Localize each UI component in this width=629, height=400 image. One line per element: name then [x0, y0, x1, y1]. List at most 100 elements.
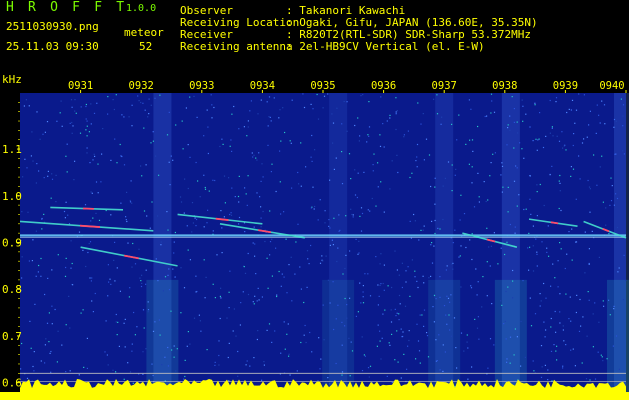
noise-speck [460, 194, 462, 196]
noise-speck [486, 295, 488, 297]
noise-speck [167, 365, 169, 367]
noise-speck [530, 325, 533, 327]
noise-speck [539, 183, 541, 186]
noise-speck [596, 184, 598, 186]
noise-speck [170, 310, 172, 312]
noise-speck [583, 94, 585, 96]
noise-speck [65, 201, 67, 203]
noise-speck [367, 209, 369, 211]
noise-speck [442, 218, 444, 221]
noise-speck [191, 202, 194, 204]
noise-speck [282, 107, 284, 109]
noise-speck [396, 154, 398, 156]
noise-speck [229, 270, 231, 272]
noise-speck [256, 159, 258, 161]
noise-speck [439, 228, 441, 230]
noise-speck [544, 364, 546, 366]
noise-speck [416, 156, 418, 158]
noise-speck [559, 311, 561, 313]
noise-speck [43, 213, 45, 215]
noise-speck [610, 177, 612, 179]
noise-speck [423, 282, 425, 284]
noise-speck [367, 273, 369, 275]
noise-speck [562, 329, 564, 331]
noise-speck [581, 142, 584, 144]
noise-speck [529, 297, 531, 299]
noise-speck [115, 313, 117, 316]
noise-speck [509, 115, 511, 117]
noise-speck [74, 99, 76, 101]
noise-speck [523, 208, 525, 211]
noise-speck [399, 303, 401, 305]
noise-speck [322, 304, 324, 306]
noise-speck [351, 213, 353, 216]
noise-speck [613, 305, 615, 307]
noise-speck [534, 104, 536, 106]
noise-speck [173, 356, 175, 358]
noise-speck [183, 378, 185, 380]
noise-speck [435, 360, 437, 362]
noise-speck [327, 93, 329, 95]
noise-speck [594, 302, 596, 304]
noise-speck [548, 255, 550, 257]
noise-speck [589, 110, 591, 112]
noise-speck [569, 296, 571, 298]
noise-speck [41, 217, 43, 220]
noise-speck [129, 287, 131, 289]
noise-speck [162, 290, 164, 292]
noise-speck [238, 223, 240, 225]
noise-speck [536, 253, 538, 255]
noise-speck [28, 105, 30, 107]
noise-speck [55, 174, 57, 176]
noise-speck [311, 351, 313, 353]
noise-speck [144, 109, 146, 111]
noise-speck [230, 214, 233, 216]
noise-speck [275, 247, 277, 249]
noise-speck [572, 168, 575, 170]
noise-speck [71, 121, 73, 124]
noise-speck [447, 161, 450, 163]
noise-speck [536, 184, 538, 186]
noise-speck [114, 241, 116, 243]
noise-speck [428, 277, 430, 279]
noise-speck [311, 160, 313, 162]
noise-speck [401, 286, 403, 289]
noise-speck [154, 321, 156, 323]
noise-speck [559, 293, 561, 295]
noise-speck [55, 201, 57, 203]
noise-speck [575, 311, 577, 314]
noise-speck [141, 282, 143, 284]
noise-speck [319, 368, 321, 370]
noise-speck [267, 287, 269, 289]
noise-speck [146, 215, 148, 217]
noise-speck [618, 368, 620, 370]
noise-speck [35, 230, 37, 232]
noise-speck [284, 131, 286, 134]
noise-speck [568, 318, 570, 320]
noise-speck [71, 132, 73, 134]
noise-speck [418, 239, 420, 241]
noise-speck [255, 157, 257, 159]
noise-speck [320, 358, 322, 360]
noise-speck [94, 292, 96, 295]
noise-speck [592, 346, 594, 348]
noise-speck [518, 194, 520, 196]
noise-speck [51, 269, 53, 271]
noise-speck [300, 288, 302, 290]
noise-speck [244, 231, 246, 233]
noise-speck [608, 299, 610, 301]
noise-speck [478, 196, 480, 198]
noise-speck [222, 143, 224, 145]
noise-speck [230, 212, 232, 214]
noise-speck [110, 283, 112, 285]
noise-speck [545, 135, 547, 137]
noise-speck [434, 232, 436, 235]
noise-speck [552, 263, 554, 265]
noise-speck [617, 271, 619, 273]
noise-speck [615, 335, 618, 337]
noise-speck [349, 375, 351, 377]
noise-speck [391, 286, 393, 289]
noise-speck [279, 181, 281, 183]
noise-speck [478, 201, 480, 203]
noise-speck [570, 320, 572, 322]
